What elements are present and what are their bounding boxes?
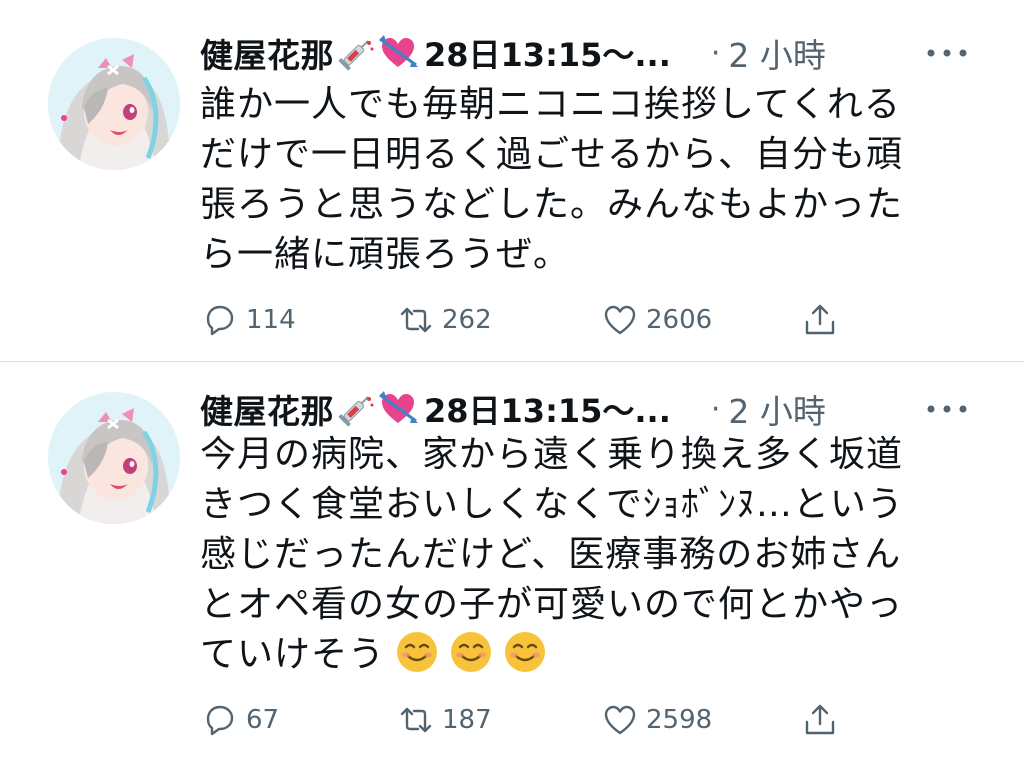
tweet-handle[interactable]: 28日13:15～...	[424, 30, 671, 76]
separator-dot: ·	[710, 35, 721, 71]
reply-count: 114	[246, 305, 296, 335]
heart-with-arrow-emoji	[378, 389, 418, 429]
share-button[interactable]	[802, 300, 838, 340]
syringe-emoji	[336, 33, 376, 73]
more-icon[interactable]	[922, 36, 972, 70]
reply-icon	[206, 305, 234, 336]
timeline-feed: 健屋花那 28日13:15～... · 2 小時 誰か一人でも毎朝ニコニコ挨拶し…	[0, 0, 1024, 761]
more-icon[interactable]	[922, 392, 972, 426]
share-icon	[805, 704, 835, 735]
like-button[interactable]: 2598	[602, 700, 712, 740]
tweet[interactable]: 健屋花那	[0, 0, 1024, 362]
smiling-face-emoji	[449, 630, 493, 674]
author-name[interactable]: 健屋花那	[200, 29, 334, 77]
tweet-text-content: 今月の病院、家から遠く乗り換え多く坂道 きつく食堂おいしくなくでｼｮﾎﾞﾝﾇ…と…	[200, 434, 904, 675]
separator-dot: ·	[710, 391, 721, 427]
heart-icon	[604, 705, 636, 735]
tweet-header: 健屋花那 28日13:15～... · 2 小時	[200, 30, 994, 76]
like-count: 2598	[646, 705, 713, 735]
reply-count: 67	[246, 705, 280, 735]
tweet-text: 誰か一人でも毎朝ニコニコ挨拶してくれる だけで一日明るく過ごせるから、自分も頑 …	[200, 84, 904, 275]
tweet[interactable]: 健屋花那	[0, 362, 1024, 761]
reply-button[interactable]: 114	[202, 300, 296, 340]
smiling-face-emoji	[395, 630, 439, 674]
tweet-text: 今月の病院、家から遠く乗り換え多く坂道 きつく食堂おいしくなくでｼｮﾎﾞﾝﾇ…と…	[200, 430, 960, 680]
tweet-header: 健屋花那 28日13:15～... · 2 小時	[200, 386, 994, 432]
retweet-count: 187	[442, 705, 492, 735]
smiling-face-emoji	[503, 630, 547, 674]
reply-button[interactable]: 67	[202, 700, 279, 740]
heart-icon	[604, 305, 636, 335]
avatar[interactable]	[48, 38, 180, 170]
retweet-button[interactable]: 262	[398, 300, 492, 340]
like-button[interactable]: 2606	[602, 300, 712, 340]
timestamp[interactable]: 2 小時	[728, 385, 826, 433]
retweet-icon	[400, 707, 432, 733]
heart-with-arrow-emoji	[378, 33, 418, 73]
retweet-button[interactable]: 187	[398, 700, 492, 740]
retweet-icon	[400, 307, 432, 333]
tweet-actions: 67 187 2598	[200, 700, 860, 740]
avatar[interactable]	[48, 392, 180, 524]
reply-icon	[206, 705, 234, 736]
timestamp[interactable]: 2 小時	[728, 29, 826, 77]
like-count: 2606	[646, 305, 713, 335]
syringe-emoji	[336, 389, 376, 429]
share-button[interactable]	[802, 700, 838, 740]
retweet-count: 262	[442, 305, 492, 335]
author-name[interactable]: 健屋花那	[200, 385, 334, 433]
tweet-handle[interactable]: 28日13:15～...	[424, 386, 671, 432]
share-icon	[805, 304, 835, 335]
tweet-actions: 114 262 2606	[200, 300, 860, 340]
